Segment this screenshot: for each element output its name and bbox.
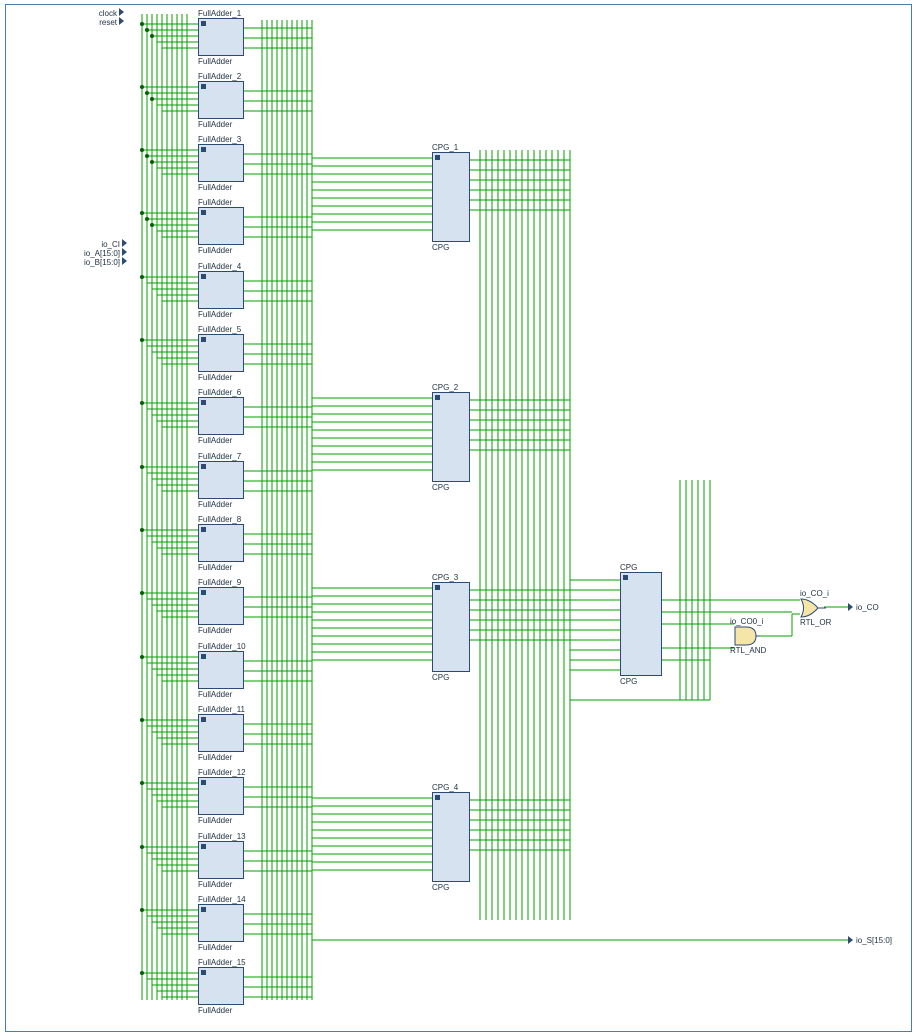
cpg-1[interactable] [432, 152, 470, 242]
fulladder-1-inst: FullAdder_1 [198, 9, 241, 18]
fulladder-13-inst: FullAdder_13 [198, 832, 246, 841]
cpg-final-inst: CPG [620, 563, 637, 572]
fulladder-4-inst: FullAdder_4 [198, 262, 241, 271]
fulladder-14[interactable] [198, 904, 244, 942]
fulladder-6[interactable] [198, 397, 244, 435]
port-io-ci-label: io_CI [95, 240, 120, 249]
fulladder-14-inst: FullAdder_14 [198, 895, 246, 904]
port-clock-label: clock [97, 9, 117, 18]
cpg-3-type: CPG [432, 673, 449, 682]
port-io-ci-pin [122, 239, 127, 247]
fulladder-8[interactable] [198, 524, 244, 562]
port-io-b-pin [122, 257, 127, 265]
fulladder-3[interactable] [198, 144, 244, 182]
fulladder-6-type: FullAdder [198, 436, 232, 445]
fulladder-4[interactable] [198, 271, 244, 309]
fulladder-4-type: FullAdder [198, 310, 232, 319]
cpg-2[interactable] [432, 392, 470, 482]
cpg-3[interactable] [432, 582, 470, 672]
fulladder-9[interactable] [198, 587, 244, 625]
cpg-1-inst: CPG_1 [432, 143, 458, 152]
fulladder-11-type: FullAdder [198, 753, 232, 762]
fulladder-12-type: FullAdder [198, 816, 232, 825]
fulladder-12-inst: FullAdder_12 [198, 768, 246, 777]
cpg-final[interactable] [620, 572, 662, 676]
and-gate-inst: io_CO0_i [730, 617, 763, 626]
fulladder-1-type: FullAdder [198, 57, 232, 66]
cpg-4-type: CPG [432, 883, 449, 892]
fulladder-15[interactable] [198, 967, 244, 1005]
fulladder-13[interactable] [198, 841, 244, 879]
cpg-2-type: CPG [432, 483, 449, 492]
fulladder-2[interactable] [198, 81, 244, 119]
fulladder-7-inst: FullAdder_7 [198, 452, 241, 461]
or-gate-inst: io_CO_i [800, 589, 829, 598]
fulladder-0-type: FullAdder [198, 246, 232, 255]
fulladder-2-inst: FullAdder_2 [198, 72, 241, 81]
fulladder-5[interactable] [198, 334, 244, 372]
or-gate[interactable] [800, 598, 826, 618]
port-reset-pin [119, 17, 124, 25]
port-reset-label: reset [97, 18, 117, 27]
cpg-final-type: CPG [620, 677, 637, 686]
cpg-1-type: CPG [432, 243, 449, 252]
fulladder-10-inst: FullAdder_10 [198, 642, 246, 651]
cpg-3-inst: CPG_3 [432, 573, 458, 582]
fulladder-5-inst: FullAdder_5 [198, 325, 241, 334]
fulladder-0-inst: FullAdder [198, 198, 232, 207]
port-io-s-pin [848, 936, 853, 944]
port-io-b-label: io_B[15:0] [80, 258, 120, 267]
fulladder-15-inst: FullAdder_15 [198, 958, 246, 967]
port-clock-pin [119, 8, 124, 16]
schematic-viewport: clock reset io_CI io_A[15:0] io_B[15:0] … [0, 0, 917, 1036]
fulladder-10-type: FullAdder [198, 690, 232, 699]
fulladder-13-type: FullAdder [198, 880, 232, 889]
fulladder-12[interactable] [198, 777, 244, 815]
and-gate[interactable] [734, 626, 760, 646]
fulladder-1[interactable] [198, 18, 244, 56]
fulladder-15-type: FullAdder [198, 1006, 232, 1015]
fulladder-8-inst: FullAdder_8 [198, 515, 241, 524]
fulladder-11[interactable] [198, 714, 244, 752]
cpg-4[interactable] [432, 792, 470, 882]
fulladder-3-inst: FullAdder_3 [198, 135, 241, 144]
port-io-co-label: io_CO [856, 603, 879, 612]
fulladder-6-inst: FullAdder_6 [198, 388, 241, 397]
fulladder-7-type: FullAdder [198, 500, 232, 509]
fulladder-0[interactable] [198, 207, 244, 245]
and-gate-type: RTL_AND [730, 646, 766, 655]
fulladder-5-type: FullAdder [198, 373, 232, 382]
port-io-co-pin [848, 603, 853, 611]
fulladder-9-type: FullAdder [198, 626, 232, 635]
cpg-4-inst: CPG_4 [432, 783, 458, 792]
fulladder-14-type: FullAdder [198, 943, 232, 952]
fulladder-2-type: FullAdder [198, 120, 232, 129]
fulladder-11-inst: FullAdder_11 [198, 705, 245, 714]
fulladder-10[interactable] [198, 651, 244, 689]
or-gate-type: RTL_OR [800, 618, 831, 627]
port-io-a-pin [122, 248, 127, 256]
port-io-a-label: io_A[15:0] [80, 249, 120, 258]
fulladder-9-inst: FullAdder_9 [198, 578, 241, 587]
fulladder-8-type: FullAdder [198, 563, 232, 572]
fulladder-7[interactable] [198, 461, 244, 499]
port-io-s-label: io_S[15:0] [856, 936, 892, 945]
fulladder-3-type: FullAdder [198, 183, 232, 192]
cpg-2-inst: CPG_2 [432, 383, 458, 392]
